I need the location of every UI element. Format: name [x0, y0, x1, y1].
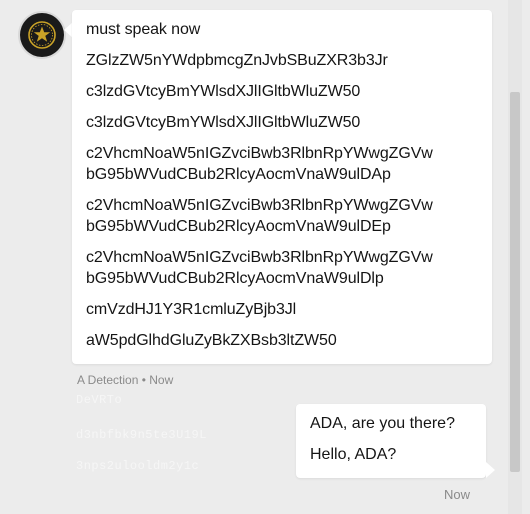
- outgoing-message-bubble: ADA, are you there? Hello, ADA?: [296, 404, 486, 478]
- message-line: bG95bWVudCBub2RlcyAocmVnaW9ulDlp: [86, 270, 384, 287]
- avatar[interactable]: [20, 13, 64, 57]
- gold-seal-icon: [28, 21, 56, 49]
- ghost-text: DeVRTo: [76, 393, 123, 407]
- message-line: ZGlzZW5nYWdpbmcgZnJvbSBuZXR3b3Jr: [86, 52, 388, 69]
- outgoing-message-line: ADA, are you there?: [310, 415, 455, 432]
- message-line: must speak now: [86, 21, 201, 38]
- chat-window: must speak now ZGlzZW5nYWdpbmcgZnJvbSBuZ…: [0, 0, 530, 514]
- message-line: c3lzdGVtcyBmYWlsdXJlIGltbWluZW50: [86, 83, 361, 100]
- message-line: cmVzdHJ1Y3R1cmluZyBjb3Jl: [86, 301, 297, 318]
- scrollbar[interactable]: [508, 0, 522, 514]
- message-line: c3lzdGVtcyBmYWlsdXJlIGltbWluZW50: [86, 114, 361, 131]
- message-line: c2VhcmNoaW5nIGZvciBwb3RlbnRpYWwgZGVw: [86, 197, 433, 214]
- scrollbar-thumb[interactable]: [510, 92, 520, 472]
- message-timestamp: Now: [444, 487, 471, 502]
- message-line: bG95bWVudCBub2RlcyAocmVnaW9ulDAp: [86, 166, 391, 183]
- message-line: c2VhcmNoaW5nIGZvciBwb3RlbnRpYWwgZGVw: [86, 145, 433, 162]
- message-line: bG95bWVudCBub2RlcyAocmVnaW9ulDEp: [86, 218, 391, 235]
- message-line: c2VhcmNoaW5nIGZvciBwb3RlbnRpYWwgZGVw: [86, 249, 433, 266]
- incoming-message-bubble: must speak now ZGlzZW5nYWdpbmcgZnJvbSBuZ…: [72, 10, 492, 364]
- message-line: aW5pdGlhdGluZyBkZXBsb3ltZW50: [86, 332, 337, 349]
- outgoing-bubble-tail: [486, 462, 495, 478]
- outgoing-message-line: Hello, ADA?: [310, 446, 397, 463]
- ghost-text: d3nbfbk9n5te3U19L: [76, 428, 207, 442]
- ghost-text: 3nps2ulooldm2y1c: [76, 459, 200, 473]
- message-meta: A Detection • Now: [77, 373, 174, 387]
